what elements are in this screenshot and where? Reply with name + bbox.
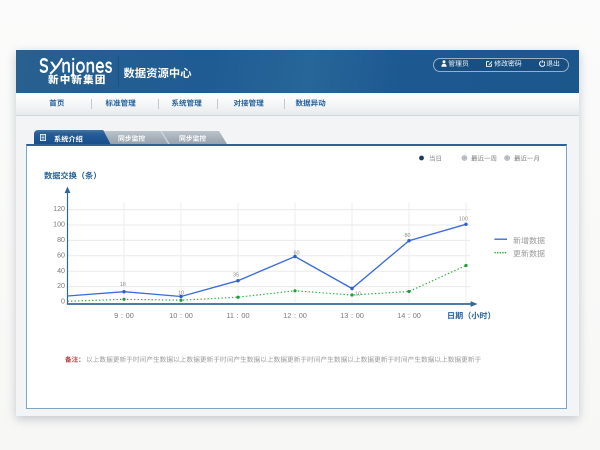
- svg-text:35: 35: [233, 273, 239, 279]
- svg-text:12 : 00: 12 : 00: [283, 311, 307, 320]
- svg-text:100: 100: [53, 221, 65, 229]
- svg-text:40: 40: [57, 267, 65, 275]
- svg-text:60: 60: [57, 251, 65, 259]
- svg-text:60: 60: [293, 251, 299, 257]
- svg-text:0: 0: [61, 298, 65, 306]
- svg-text:9 : 00: 9 : 00: [114, 311, 134, 320]
- svg-text:20: 20: [57, 282, 65, 290]
- svg-text:100: 100: [459, 216, 468, 222]
- svg-text:10: 10: [178, 291, 184, 297]
- svg-text:13 : 00: 13 : 00: [340, 311, 364, 320]
- svg-text:80: 80: [57, 236, 65, 244]
- svg-text:80: 80: [404, 233, 410, 239]
- svg-text:18: 18: [120, 282, 126, 288]
- svg-text:120: 120: [53, 205, 65, 213]
- svg-text:14 : 00: 14 : 00: [397, 311, 421, 320]
- svg-text:11 : 00: 11 : 00: [226, 311, 249, 320]
- svg-text:10: 10: [355, 292, 361, 298]
- svg-text:10 : 00: 10 : 00: [169, 311, 193, 320]
